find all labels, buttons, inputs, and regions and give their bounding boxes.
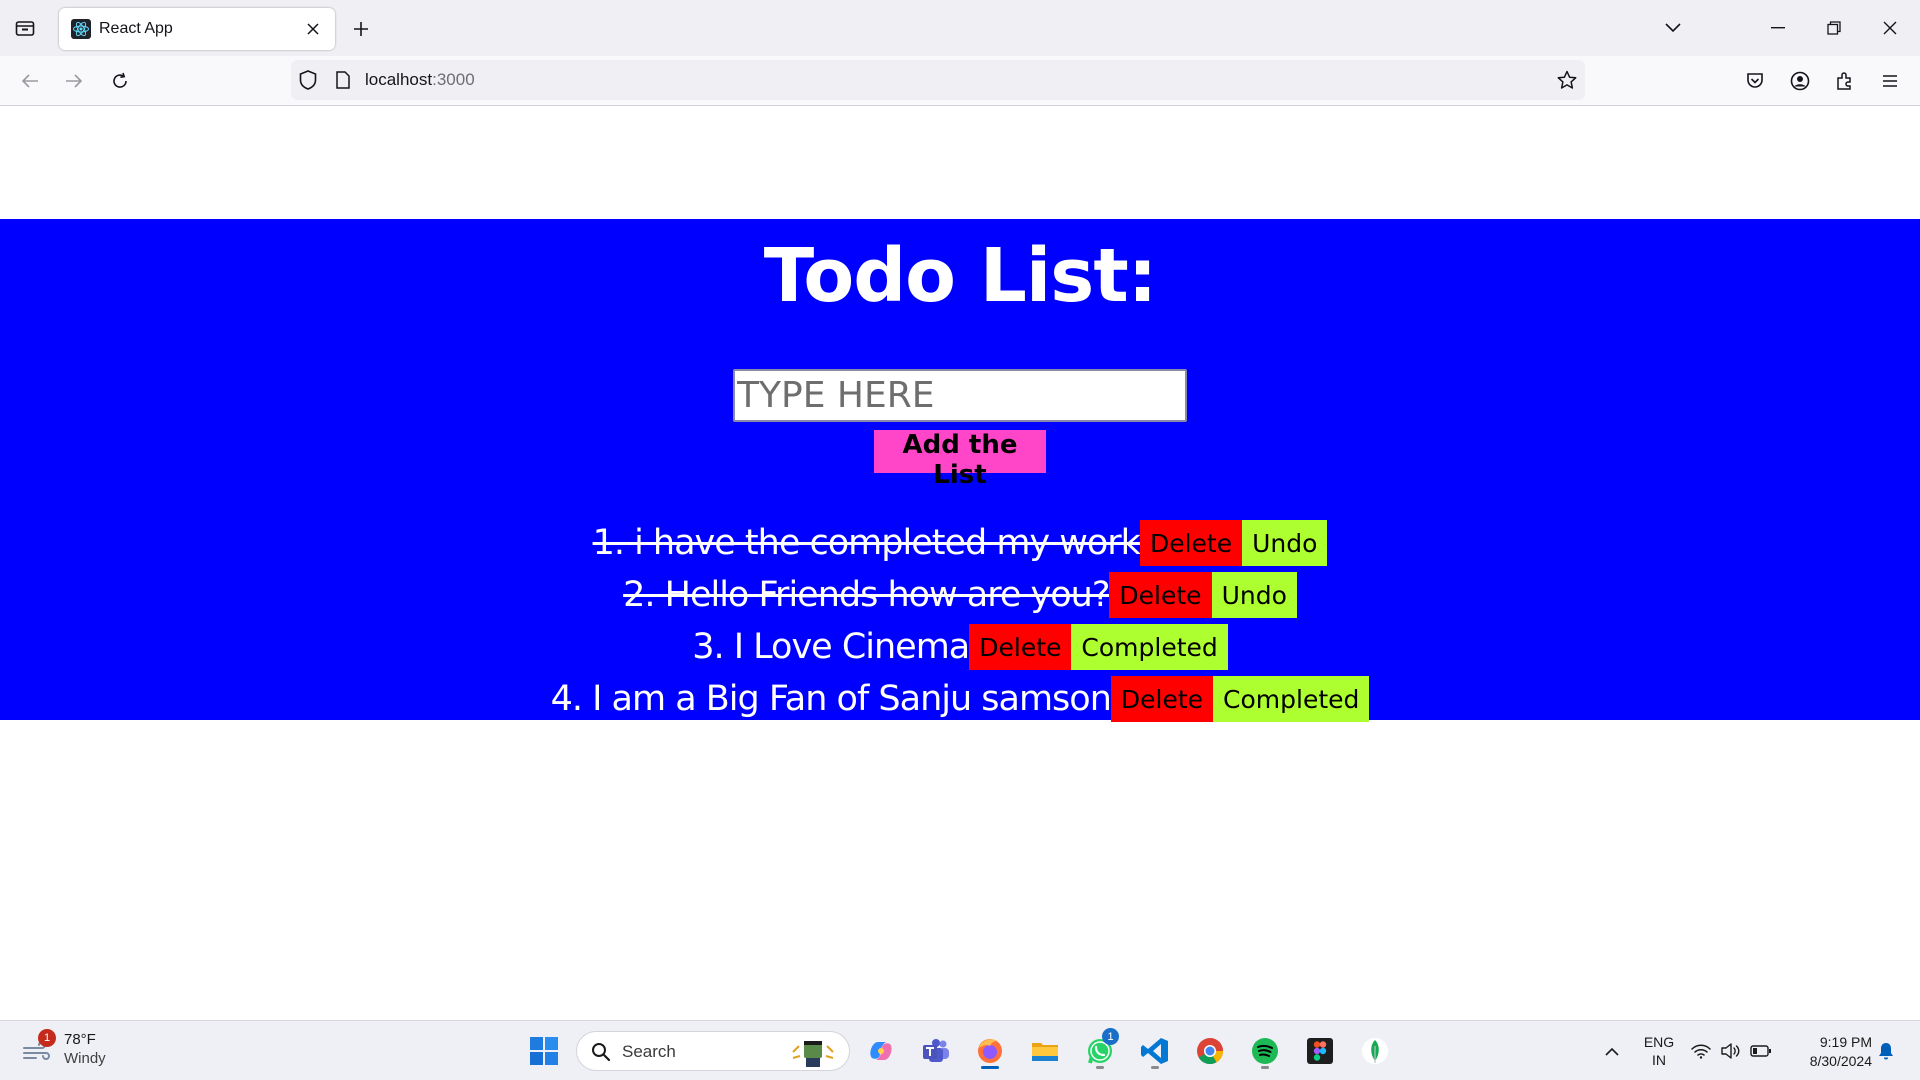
- todo-item: 2. Hello Friends how are you? Delete Und…: [0, 569, 1920, 621]
- wifi-icon[interactable]: [1686, 1031, 1716, 1071]
- chevron-down-icon[interactable]: [1658, 14, 1688, 42]
- restore-icon[interactable]: [1812, 10, 1856, 46]
- clock[interactable]: 9:19 PM 8/30/2024: [1782, 1033, 1872, 1071]
- delete-button[interactable]: Delete: [1109, 572, 1212, 618]
- language-indicator[interactable]: ENG IN: [1637, 1033, 1681, 1069]
- todo-list: 1. i have the completed my work Delete U…: [0, 517, 1920, 725]
- weather-temperature: 78°F: [64, 1031, 96, 1048]
- running-indicator: [981, 1066, 999, 1069]
- new-tab-icon[interactable]: [346, 14, 376, 44]
- url-bar[interactable]: localhost:3000: [291, 60, 1585, 100]
- notification-badge: 1: [1102, 1028, 1119, 1045]
- file-explorer-icon[interactable]: [1025, 1031, 1065, 1071]
- search-highlight-icon: [789, 1036, 837, 1072]
- running-indicator: [1096, 1066, 1104, 1069]
- completed-button[interactable]: Completed: [1071, 624, 1228, 670]
- todo-input[interactable]: [733, 369, 1187, 422]
- completed-button[interactable]: Completed: [1213, 676, 1370, 722]
- back-arrow-icon[interactable]: [14, 65, 46, 97]
- chrome-icon[interactable]: [1190, 1031, 1230, 1071]
- undo-button[interactable]: Undo: [1211, 572, 1297, 618]
- language-line-2: IN: [1652, 1052, 1666, 1068]
- search-label: Search: [622, 1042, 676, 1061]
- todo-text: 1. i have the completed my work: [592, 523, 1141, 563]
- mongodb-icon[interactable]: [1355, 1031, 1395, 1071]
- page-title: Todo List:: [763, 233, 1158, 319]
- delete-button[interactable]: Delete: [1110, 676, 1214, 722]
- windows-taskbar: 1 78°F Windy Search 1 ENG IN 9:19 PM 8/3…: [0, 1020, 1920, 1080]
- firefox-view-icon[interactable]: [10, 14, 40, 42]
- close-tab-icon[interactable]: [301, 17, 325, 41]
- delete-button[interactable]: Delete: [1139, 520, 1243, 566]
- shield-icon[interactable]: [296, 68, 320, 92]
- figma-icon[interactable]: [1300, 1031, 1340, 1071]
- react-logo-icon: [71, 19, 91, 39]
- running-indicator: [1261, 1066, 1269, 1069]
- firefox-icon[interactable]: [970, 1031, 1010, 1071]
- todo-text: 4. I am a Big Fan of Sanju samson: [550, 679, 1112, 719]
- todo-app: Todo List: Add the List 1. i have the co…: [0, 219, 1920, 722]
- browser-nav-bar: localhost:3000: [0, 56, 1920, 106]
- pocket-icon[interactable]: [1739, 65, 1771, 97]
- windows-start-icon[interactable]: [524, 1031, 564, 1071]
- language-line-1: ENG: [1643, 1034, 1675, 1050]
- close-window-icon[interactable]: [1868, 10, 1912, 46]
- url-text[interactable]: localhost:3000: [365, 70, 475, 90]
- clock-date: 8/30/2024: [1809, 1053, 1872, 1069]
- vscode-icon[interactable]: [1135, 1031, 1175, 1071]
- forward-arrow-icon[interactable]: [58, 65, 90, 97]
- todo-item: 4. I am a Big Fan of Sanju samson Delete…: [0, 673, 1920, 725]
- search-icon: [591, 1042, 611, 1066]
- url-host: localhost: [365, 70, 433, 89]
- reload-icon[interactable]: [104, 65, 136, 97]
- battery-icon[interactable]: [1746, 1031, 1776, 1071]
- page-info-icon[interactable]: [331, 68, 355, 92]
- todo-item: 3. I Love Cinema Delete Completed: [0, 621, 1920, 673]
- notification-badge: 1: [38, 1029, 56, 1047]
- whatsapp-icon[interactable]: 1: [1080, 1028, 1120, 1071]
- spotify-icon[interactable]: [1245, 1031, 1285, 1071]
- undo-button[interactable]: Undo: [1242, 520, 1328, 566]
- delete-button[interactable]: Delete: [969, 624, 1072, 670]
- add-list-button[interactable]: Add the List: [874, 430, 1046, 490]
- todo-item: 1. i have the completed my work Delete U…: [0, 517, 1920, 569]
- todo-text: 2. Hello Friends how are you?: [623, 575, 1110, 615]
- notification-bell-icon[interactable]: [1874, 1031, 1898, 1071]
- weather-widget[interactable]: 1 78°F Windy: [22, 1029, 132, 1073]
- clock-time: 9:19 PM: [1819, 1034, 1872, 1050]
- todo-text: 3. I Love Cinema: [692, 627, 970, 667]
- browser-tab-bar: React App: [0, 0, 1920, 56]
- hamburger-menu-icon[interactable]: [1874, 65, 1906, 97]
- teams-icon[interactable]: [916, 1031, 956, 1071]
- bookmark-star-icon[interactable]: [1555, 68, 1579, 92]
- minimize-icon[interactable]: [1756, 10, 1800, 46]
- browser-tab[interactable]: React App: [59, 8, 335, 50]
- volume-icon[interactable]: [1716, 1031, 1746, 1071]
- extensions-icon[interactable]: [1829, 65, 1861, 97]
- copilot-icon[interactable]: [861, 1031, 901, 1071]
- weather-condition: Windy: [64, 1050, 106, 1067]
- running-indicator: [1151, 1066, 1159, 1069]
- chevron-up-icon[interactable]: [1592, 1031, 1632, 1071]
- taskbar-search[interactable]: Search: [576, 1031, 850, 1071]
- url-port: :3000: [432, 70, 475, 89]
- tab-title: React App: [99, 20, 173, 37]
- account-icon[interactable]: [1784, 65, 1816, 97]
